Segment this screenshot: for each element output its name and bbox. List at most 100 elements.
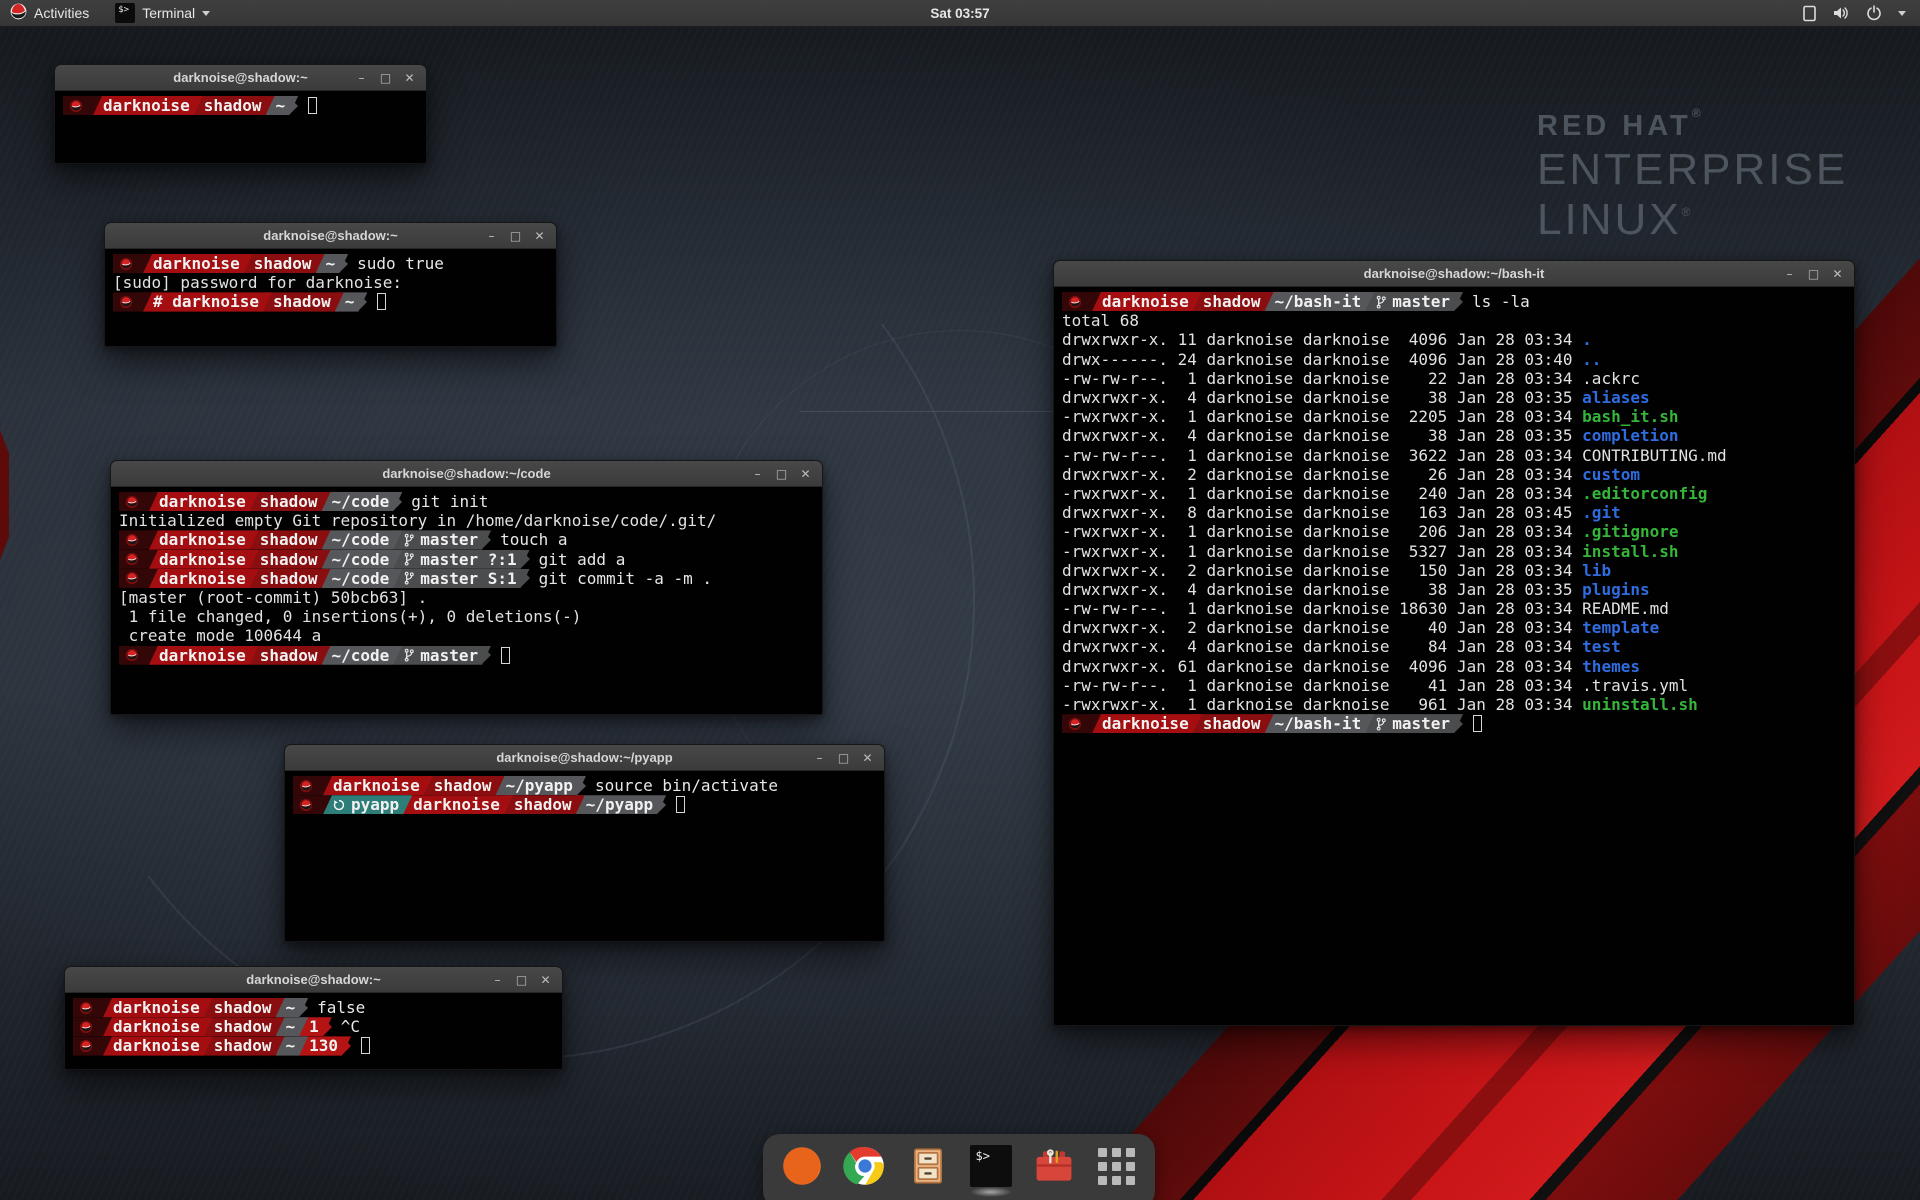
titlebar[interactable]: darknoise@shadow:~/code–□✕ <box>111 461 822 487</box>
prompt-segment-darknoise: darknoise <box>149 569 259 588</box>
prompt-segment-shadow: shadow <box>1193 714 1274 733</box>
ls-row-meta: drwxrwxr-x. 2 darknoise darknoise 40 Jan… <box>1062 618 1582 637</box>
ls-row-name: .. <box>1582 350 1601 369</box>
titlebar[interactable]: darknoise@shadow:~–□✕ <box>55 65 426 91</box>
prompt-segment-darknoise: darknoise <box>403 795 513 814</box>
terminal-line: darknoiseshadow~130 <box>73 1036 554 1055</box>
prompt-segment--pyapp: ~/pyapp <box>496 776 586 795</box>
ls-row-name: .editorconfig <box>1582 484 1707 503</box>
terminal-content[interactable]: darknoiseshadow~ <box>55 91 426 119</box>
dock-item-terminal[interactable]: $> <box>968 1143 1014 1189</box>
maximize-button[interactable]: □ <box>774 461 789 487</box>
terminal-cursor <box>501 647 510 664</box>
prompt-segment-shadow: shadow <box>244 254 325 273</box>
terminal-line: total 68 <box>1062 311 1846 330</box>
ls-row-meta: -rwxrwxr-x. 1 darknoise darknoise 206 Ja… <box>1062 522 1582 541</box>
dock-item-files[interactable] <box>905 1143 951 1189</box>
desktop: RED HAT® ENTERPRISE LINUX® darknoise@sha… <box>0 0 1920 1200</box>
redhat-icon <box>119 257 133 271</box>
battery-icon[interactable] <box>1803 5 1816 22</box>
power-icon[interactable] <box>1866 5 1882 21</box>
close-button[interactable]: ✕ <box>1830 261 1845 287</box>
ls-row-name: . <box>1582 330 1592 349</box>
maximize-button[interactable]: □ <box>1806 261 1821 287</box>
prompt-segment-master: master <box>393 530 491 549</box>
minimize-button[interactable]: – <box>812 745 827 771</box>
maximize-button[interactable]: □ <box>836 745 851 771</box>
venv-icon <box>333 799 345 811</box>
window-title: darknoise@shadow:~/bash-it <box>1054 266 1854 281</box>
prompt-segment-shadow: shadow <box>424 776 505 795</box>
prompt-segment-darknoise: darknoise <box>1092 292 1202 311</box>
dock-item-firefox[interactable] <box>779 1143 825 1189</box>
app-menu-terminal[interactable]: $> Terminal <box>105 0 220 27</box>
prompt-segment-130: 130 <box>299 1036 351 1055</box>
close-button[interactable]: ✕ <box>798 461 813 487</box>
command-text: git add a <box>539 550 626 569</box>
terminal-line: Initialized empty Git repository in /hom… <box>119 511 814 530</box>
ls-row: -rw-rw-r--. 1 darknoise darknoise 18630 … <box>1062 599 1846 618</box>
ls-row-name: custom <box>1582 465 1640 484</box>
maximize-button[interactable]: □ <box>508 223 523 249</box>
activities-label: Activities <box>34 5 89 21</box>
titlebar[interactable]: darknoise@shadow:~/pyapp–□✕ <box>285 745 884 771</box>
clock[interactable]: Sat 03:57 <box>930 6 989 21</box>
rhel-logo-line2: ENTERPRISE <box>1537 145 1848 195</box>
maximize-button[interactable]: □ <box>514 967 529 993</box>
wallpaper-line <box>800 411 1062 412</box>
minimize-button[interactable]: – <box>354 65 369 91</box>
redhat-icon <box>79 1020 93 1034</box>
toolbox-icon <box>1032 1144 1076 1188</box>
terminal-line: darknoiseshadow~/pyappsource bin/activat… <box>293 776 876 795</box>
close-button[interactable]: ✕ <box>538 967 553 993</box>
minimize-button[interactable]: – <box>1782 261 1797 287</box>
ls-row: drwxrwxr-x. 4 darknoise darknoise 84 Jan… <box>1062 637 1846 656</box>
terminal-content[interactable]: darknoiseshadow~/bash-itmasterls -latota… <box>1054 287 1854 737</box>
terminal-line: darknoiseshadow~false <box>73 998 554 1017</box>
prompt-segment--code: ~/code <box>322 530 403 549</box>
chevron-down-icon[interactable] <box>1898 11 1906 16</box>
redhat-icon <box>79 1001 93 1015</box>
branch-icon <box>403 533 414 547</box>
minimize-button[interactable]: – <box>484 223 499 249</box>
terminal-content[interactable]: darknoiseshadow~/pyappsource bin/activat… <box>285 771 884 818</box>
terminal-window-code: darknoise@shadow:~/code–□✕darknoiseshado… <box>110 460 823 715</box>
terminal-content[interactable]: darknoiseshadow~sudo true[sudo] password… <box>105 249 556 316</box>
titlebar[interactable]: darknoise@shadow:~–□✕ <box>105 223 556 249</box>
ls-row-meta: -rwxrwxr-x. 1 darknoise darknoise 961 Ja… <box>1062 695 1582 714</box>
output-text: Initialized empty Git repository in /hom… <box>119 511 716 530</box>
prompt-segment--darknoise: # darknoise <box>143 292 272 311</box>
prompt-segment-darknoise: darknoise <box>103 1017 213 1036</box>
command-text: false <box>317 998 365 1017</box>
close-button[interactable]: ✕ <box>532 223 547 249</box>
terminal-content[interactable]: darknoiseshadow~falsedarknoiseshadow~1^C… <box>65 993 562 1060</box>
window-title: darknoise@shadow:~ <box>65 972 562 987</box>
dock-item-toolbox[interactable] <box>1031 1143 1077 1189</box>
window-controls: –□ ✕ <box>812 745 884 771</box>
terminal-cursor <box>1473 715 1482 732</box>
redhat-icon <box>69 99 83 113</box>
dock-item-chrome[interactable] <box>842 1143 888 1189</box>
prompt-segment-shadow: shadow <box>204 1036 285 1055</box>
maximize-button[interactable]: □ <box>378 65 393 91</box>
prompt-segment-darknoise: darknoise <box>143 254 253 273</box>
command-text: sudo true <box>357 254 444 273</box>
titlebar[interactable]: darknoise@shadow:~/bash-it–□ ✕ <box>1054 261 1854 287</box>
command-text: git commit -a -m . <box>539 569 712 588</box>
volume-icon[interactable] <box>1832 5 1850 21</box>
ls-row-meta: drwxrwxr-x. 61 darknoise darknoise 4096 … <box>1062 657 1582 676</box>
titlebar[interactable]: darknoise@shadow:~–□ ✕ <box>65 967 562 993</box>
ls-row-meta: -rwxrwxr-x. 1 darknoise darknoise 5327 J… <box>1062 542 1582 561</box>
window-controls: –□ ✕ <box>1782 261 1854 287</box>
rhel-logo-line1: RED HAT® <box>1537 106 1848 143</box>
close-button[interactable]: ✕ <box>402 65 417 91</box>
terminal-content[interactable]: darknoiseshadow~/codegit initInitialized… <box>111 487 822 669</box>
prompt-segment-shadow: shadow <box>250 646 331 665</box>
dock-item-app-grid[interactable] <box>1094 1143 1140 1189</box>
minimize-button[interactable]: – <box>490 967 505 993</box>
ls-row-name: .ackrc <box>1582 369 1640 388</box>
terminal-window-home-small: darknoise@shadow:~–□✕darknoiseshadow~ <box>54 64 427 164</box>
activities-button[interactable]: Activities <box>8 0 99 27</box>
close-button[interactable]: ✕ <box>860 745 875 771</box>
minimize-button[interactable]: – <box>750 461 765 487</box>
